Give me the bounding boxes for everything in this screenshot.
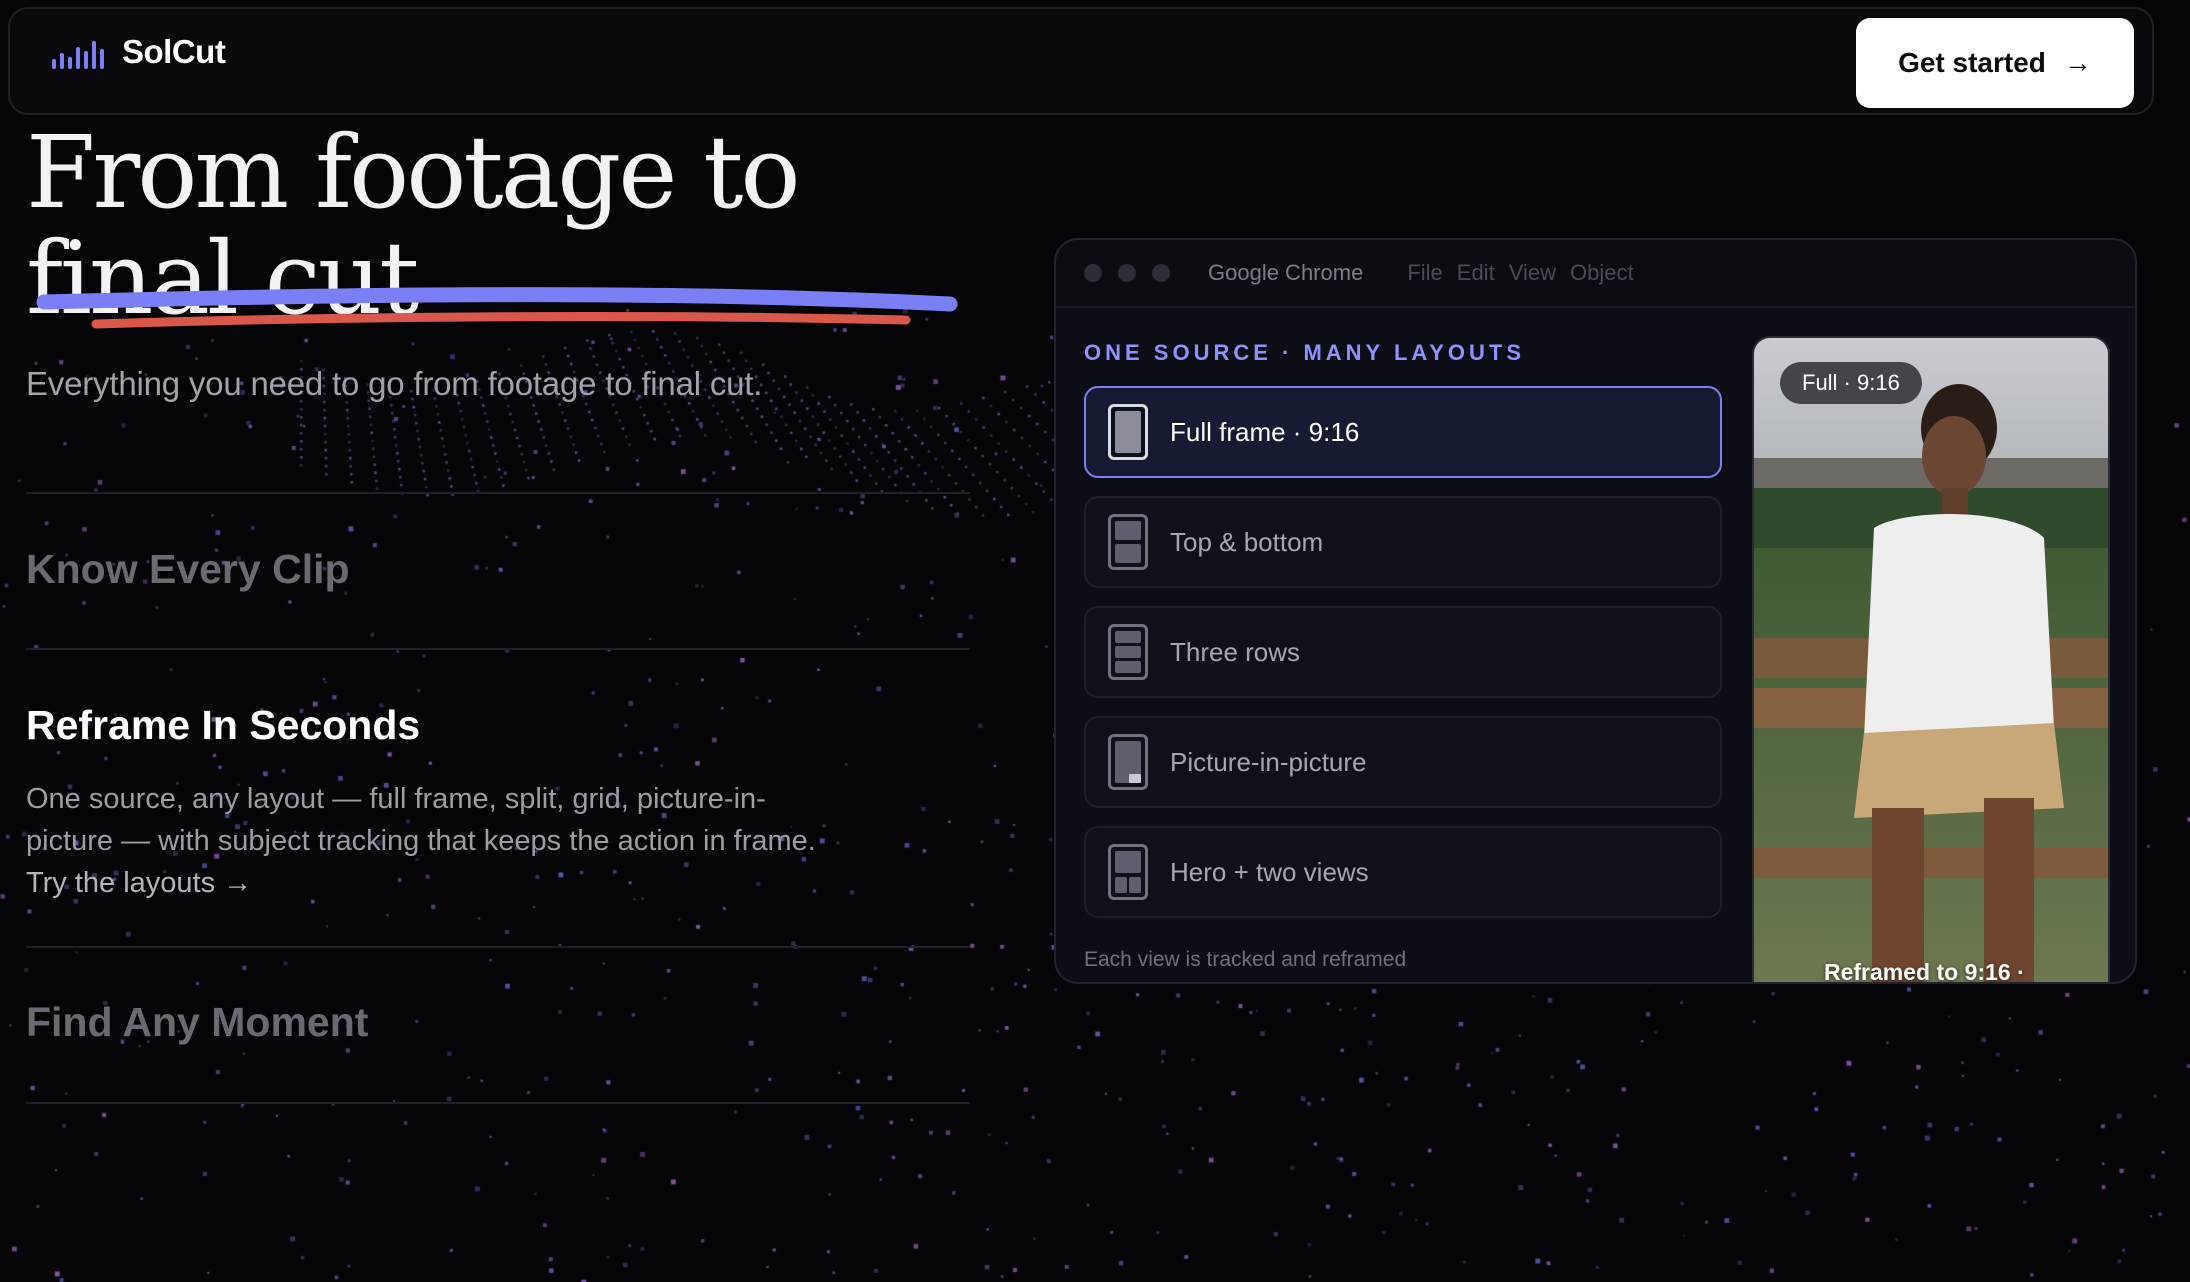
get-started-label: Get started	[1898, 47, 2046, 78]
menu-edit[interactable]: Edit	[1457, 260, 1495, 286]
app-name: Google Chrome	[1208, 260, 1364, 285]
divider	[26, 648, 970, 650]
layout-option-label: Picture-in-picture	[1170, 746, 1367, 777]
layout-option-hero-two-views[interactable]: Hero + two views	[1084, 826, 1722, 918]
layout-option-label: Top & bottom	[1170, 526, 1324, 557]
divider	[26, 1102, 970, 1104]
divider	[26, 492, 970, 494]
maximize-dot-icon[interactable]	[1152, 264, 1170, 282]
top-nav: SolCut Get started →	[8, 7, 2154, 115]
get-started-button[interactable]: Get started →	[1856, 18, 2134, 108]
pip-layout-icon	[1108, 734, 1148, 790]
layout-option-label: Hero + two views	[1170, 856, 1369, 887]
blue-brush-stroke	[36, 287, 958, 312]
feature-description-text: One source, any layout — full frame, spl…	[26, 783, 816, 857]
layout-option-label: Full frame · 9:16	[1170, 416, 1360, 447]
browser-window: Google Chrome File Edit View Object ONE …	[1054, 238, 2137, 984]
three-rows-layout-icon	[1108, 624, 1148, 680]
layout-option-top-bottom[interactable]: Top & bottom	[1084, 496, 1722, 588]
browser-titlebar: Google Chrome File Edit View Object	[1056, 240, 2135, 308]
divider	[26, 946, 970, 948]
menu-file[interactable]: File	[1407, 260, 1442, 286]
layout-option-picture-in-picture[interactable]: Picture-in-picture	[1084, 716, 1722, 808]
feature-know-every-clip[interactable]: Know Every Clip	[26, 546, 350, 593]
logo[interactable]: SolCut	[52, 33, 226, 71]
arrow-right-icon: →	[2063, 47, 2092, 78]
layout-option-full-frame[interactable]: Full frame · 9:16	[1084, 386, 1722, 478]
feature-reframe-in-seconds[interactable]: Reframe In Seconds	[26, 702, 420, 749]
top-bottom-layout-icon	[1108, 514, 1148, 570]
logo-bars-icon	[52, 35, 104, 69]
menu-object[interactable]: Object	[1570, 260, 1634, 286]
preview-badge: Full · 9:16	[1780, 362, 1922, 404]
brush-underline-decoration	[36, 287, 958, 329]
preview-caption: Reframed to 9:16 ·	[1824, 959, 2025, 984]
minimize-dot-icon[interactable]	[1118, 264, 1136, 282]
red-brush-stroke	[91, 312, 911, 329]
full-frame-layout-icon	[1108, 404, 1148, 460]
video-preview[interactable]: Full · 9:16 Reframed to 9:16 ·	[1752, 336, 2110, 984]
try-layouts-link[interactable]: Try the layouts →	[26, 867, 252, 899]
feature-find-any-moment[interactable]: Find Any Moment	[26, 999, 368, 1046]
hero-subtitle: Everything you need to go from footage t…	[26, 365, 763, 402]
feature-description: One source, any layout — full frame, spl…	[26, 778, 826, 904]
brand-name: SolCut	[122, 33, 226, 70]
close-dot-icon[interactable]	[1084, 264, 1102, 282]
panel-footer: Each view is tracked and reframed	[1084, 948, 1407, 971]
hero-two-views-layout-icon	[1108, 844, 1148, 900]
panel-label: ONE SOURCE · MANY LAYOUTS	[1084, 340, 1526, 365]
menu-view[interactable]: View	[1509, 260, 1556, 286]
layout-option-three-rows[interactable]: Three rows	[1084, 606, 1722, 698]
video-frame-image	[1754, 338, 2108, 982]
hero-title-line1: From footage to	[26, 114, 801, 231]
layout-option-label: Three rows	[1170, 636, 1301, 667]
